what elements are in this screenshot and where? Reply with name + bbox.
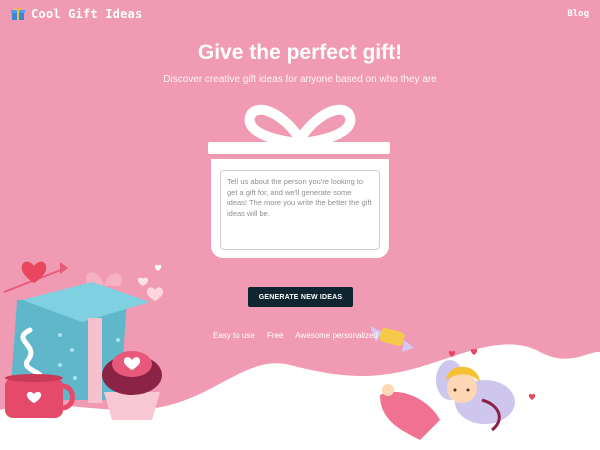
page-subtitle: Discover creative gift ideas for anyone …	[163, 74, 437, 85]
brand-logo[interactable]: Cool Gift Ideas	[11, 7, 142, 21]
small-heart-icon	[137, 277, 149, 286]
coffee-mug-illustration	[5, 374, 75, 418]
small-heart-icon	[154, 264, 162, 271]
small-heart-icon	[448, 350, 456, 357]
heart-arrow-icon	[3, 261, 68, 293]
cupcake-illustration	[102, 351, 162, 420]
blog-link[interactable]: Blog	[567, 9, 589, 19]
feature-personalized: Awesome personalized	[295, 331, 378, 340]
gift-icon	[11, 8, 25, 20]
person-description-input[interactable]	[220, 170, 380, 250]
small-heart-icon	[528, 393, 536, 400]
cupid-illustration	[380, 360, 515, 440]
gift-bow-illustration	[244, 104, 356, 145]
generate-ideas-button[interactable]: GENERATE NEW IDEAS	[248, 287, 353, 307]
feature-free: Free	[267, 331, 284, 340]
small-heart-icon	[470, 348, 478, 355]
feature-easy: Easy to use	[213, 331, 255, 340]
gift-box-lid	[208, 142, 390, 154]
top-nav: Cool Gift Ideas Blog	[0, 0, 600, 30]
feature-list: Easy to use Free Awesome personalized	[213, 331, 388, 340]
small-heart-icon	[146, 287, 164, 301]
brand-name: Cool Gift Ideas	[31, 7, 143, 21]
blue-gift-box-illustration	[10, 272, 150, 403]
steam-decoration	[20, 327, 44, 381]
ground-wave	[0, 344, 600, 450]
page-title: Give the perfect gift!	[197, 41, 403, 64]
